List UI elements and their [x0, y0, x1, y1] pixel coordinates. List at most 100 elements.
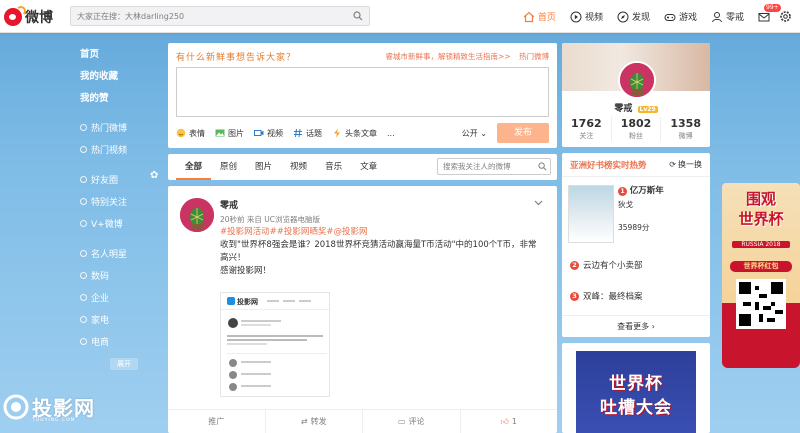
tab-images[interactable]: 图片 [246, 154, 281, 180]
ranking-header: 亚洲好书榜实时热势 ⟳ 换一换 [562, 153, 710, 177]
rank-item-2[interactable]: 2 云边有个小卖部 [570, 259, 643, 271]
topic-button[interactable]: 话题 [293, 128, 322, 139]
nav-game[interactable]: 游戏 [664, 10, 697, 23]
book-ranking: 亚洲好书榜实时热势 ⟳ 换一换 1 亿万斯年 狄戈 35989分 2 云边有个小卖… [562, 153, 710, 337]
image-icon [215, 129, 225, 137]
circle-icon [80, 219, 87, 227]
ad-banner[interactable]: 世界杯 吐槽大会 [562, 343, 710, 433]
sidebar-item-label: 名人明星 [91, 249, 128, 260]
stat-num: 1762 [571, 117, 602, 130]
post-content: 收到"世界杯8强会是谁？2018世界杯竞猜活动赢海量T币活动"中的100个T币，… [220, 240, 537, 263]
search-input[interactable]: 大家正在搜：大林darling250 [70, 6, 370, 26]
tab-original[interactable]: 原创 [211, 154, 246, 180]
play-icon [80, 145, 87, 153]
weibo-logo[interactable]: 微博 [4, 6, 64, 28]
sidebar-item-digital[interactable]: 数码 [70, 264, 166, 286]
ranking-title: 亚洲好书榜实时热势 [570, 160, 647, 171]
book-cover[interactable] [568, 185, 614, 243]
video-camera-icon [254, 130, 264, 136]
nav-video[interactable]: 视频 [570, 10, 603, 23]
sidebar-item-special[interactable]: 特别关注 [70, 190, 166, 212]
top-navbar: 微博 大家正在搜：大林darling250 首页 视频 发现 游戏 零戒 99+ [0, 0, 800, 33]
refresh-button[interactable]: ⟳ 换一换 [669, 159, 702, 170]
post-image[interactable]: 投影网 [220, 292, 330, 397]
logo-text: 微博 [25, 10, 53, 26]
author-name[interactable]: 零戒 [220, 200, 540, 213]
avatar-image [620, 63, 654, 97]
tab-all[interactable]: 全部 [176, 154, 212, 180]
sidebar-item-enterprise[interactable]: 企业 [70, 286, 166, 308]
chevron-down-icon: ⌄ [480, 128, 487, 138]
stat-following[interactable]: 1762 关注 [562, 117, 612, 141]
nav-profile[interactable]: 零戒 [711, 10, 744, 23]
qr-code [736, 279, 786, 329]
lightning-icon [334, 128, 340, 138]
mail-icon [758, 12, 770, 21]
sidebar-item-hot-weibo[interactable]: 热门微博 [70, 116, 166, 138]
article-button[interactable]: 头条文章 [332, 128, 377, 139]
image-button[interactable]: 图片 [215, 128, 244, 139]
promote-button[interactable]: 推广 [168, 410, 266, 433]
sidebar-item-label: 热门视频 [91, 145, 128, 156]
publish-button[interactable]: 发布 [497, 123, 549, 143]
sidebar-settings-icon[interactable]: ✿ [150, 170, 158, 181]
hot-topic-link[interactable]: 睿城市新鲜事，解锁精致生活指南>> [386, 52, 511, 61]
sidebar-item-celebrity[interactable]: 名人明星 [70, 242, 166, 264]
gear-icon[interactable] [779, 10, 792, 23]
visibility-select[interactable]: 公开 ⌄ [462, 128, 487, 139]
rank-item-1[interactable]: 1 亿万斯年 狄戈 35989分 [618, 185, 664, 234]
worldcup-promo[interactable]: 围观 世界杯 RUSSIA 2018 世界杯红包 [722, 183, 800, 368]
sidebar-item-ecommerce[interactable]: 电商 [70, 330, 166, 352]
profile-name[interactable]: 零戒 Lv29 [562, 101, 710, 114]
tab-articles[interactable]: 文章 [351, 154, 386, 180]
promo-redbag: 世界杯红包 [730, 261, 792, 272]
emoji-button[interactable]: 表情 [176, 128, 205, 139]
nav-home[interactable]: 首页 [523, 10, 556, 23]
circle-icon [80, 175, 87, 183]
action-label: 评论 [408, 417, 425, 426]
level-badge: Lv29 [637, 106, 658, 113]
comment-icon: ▭ [397, 417, 406, 426]
stat-posts[interactable]: 1358 微博 [661, 117, 710, 141]
main-nav: 首页 视频 发现 游戏 零戒 99+ [523, 0, 781, 33]
nav-game-label: 游戏 [678, 13, 697, 23]
like-button[interactable]: 👍︎ 1 [461, 410, 558, 433]
comment-button[interactable]: ▭ 评论 [363, 410, 461, 433]
stat-label: 粉丝 [629, 132, 643, 140]
search-icon[interactable] [538, 162, 547, 171]
feed-search-input[interactable]: 搜索我关注人的微博 [437, 158, 551, 175]
repost-button[interactable]: ⇄ 转发 [266, 410, 363, 433]
nav-messages[interactable]: 99+ [758, 3, 781, 23]
hashtag-icon [294, 128, 302, 138]
sidebar-item-label: 家电 [91, 315, 110, 326]
view-more-link[interactable]: 查看更多 › [562, 315, 710, 337]
sidebar-item-vplus[interactable]: V+微博 [70, 212, 166, 234]
stat-num: 1358 [670, 117, 701, 130]
search-icon[interactable] [353, 11, 363, 21]
post-textarea[interactable] [176, 67, 549, 117]
video-button[interactable]: 视频 [254, 128, 283, 139]
card-actions: 推广 ⇄ 转发 ▭ 评论 👍︎ 1 [168, 409, 557, 433]
stat-followers[interactable]: 1802 粉丝 [612, 117, 662, 141]
book-author: 狄戈 [618, 200, 633, 209]
more-button[interactable]: ... [387, 129, 395, 138]
tool-label: 话题 [306, 128, 322, 138]
tab-video[interactable]: 视频 [281, 154, 316, 180]
sidebar-item-likes[interactable]: 我的赞 [70, 86, 166, 108]
post-tags[interactable]: #投影网活动##投影网晒奖#@投影网 [220, 226, 540, 239]
sidebar-item-hot-video[interactable]: 热门视频 [70, 138, 166, 160]
nav-discover[interactable]: 发现 [617, 10, 650, 23]
rank-item-3[interactable]: 3 双峰：最终档案 [570, 290, 643, 302]
feed-card: 零戒 20秒前 来自 UC浏览器电脑版 #投影网活动##投影网晒奖#@投影网 收… [168, 186, 557, 433]
sidebar-item-favorites[interactable]: 我的收藏 [70, 64, 166, 86]
sidebar-item-appliance[interactable]: 家电 [70, 308, 166, 330]
promo-line-2: 世界杯 [738, 210, 784, 228]
profile-avatar[interactable] [618, 61, 656, 99]
stat-label: 关注 [579, 132, 594, 140]
sidebar-expand-button[interactable]: 展开 [110, 358, 138, 370]
avatar[interactable] [180, 198, 214, 232]
tab-music[interactable]: 音乐 [316, 154, 351, 180]
sidebar-item-home[interactable]: 首页 [70, 42, 166, 64]
tool-label: 图片 [228, 128, 244, 138]
hot-weibo-link[interactable]: 热门微博 [519, 52, 549, 61]
